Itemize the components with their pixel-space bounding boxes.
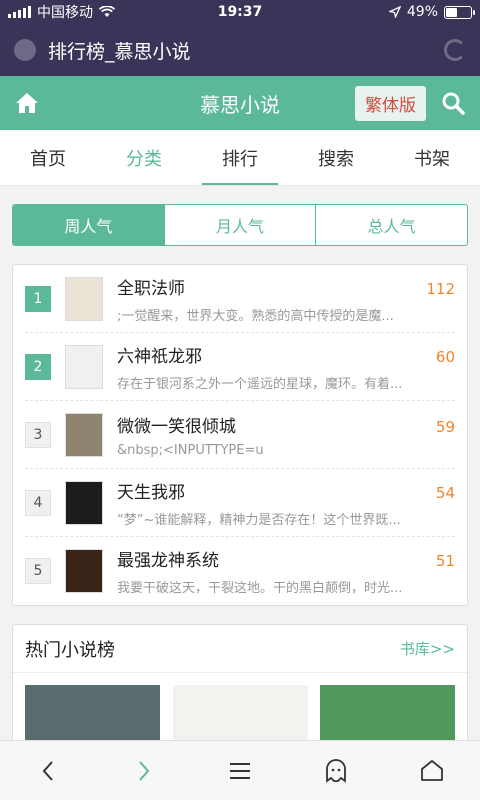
popularity-score: 59 [435, 417, 455, 436]
back-icon[interactable] [28, 751, 68, 791]
reload-icon[interactable] [444, 39, 466, 61]
signal-icon [8, 6, 31, 18]
home-icon[interactable] [12, 88, 42, 118]
site-header: 慕思小说 繁体版 [0, 76, 480, 130]
tab-ranking[interactable]: 排行 [192, 130, 288, 185]
search-icon[interactable] [438, 88, 468, 118]
rank-number: 5 [25, 558, 51, 584]
popularity-score: 51 [435, 552, 455, 570]
book-cover[interactable] [65, 344, 103, 389]
segment-total[interactable]: 总人气 [316, 205, 467, 245]
hot-novels-header: 热门小说榜 书库>> [13, 625, 467, 673]
battery-icon [444, 5, 475, 19]
tab-bookshelf[interactable]: 书架 [384, 130, 480, 185]
status-right: 49% [388, 4, 475, 20]
book-description: ;一觉醒来，世界大变。熟悉的高中传授的是魔... [117, 308, 394, 324]
rank-number: 2 [25, 353, 51, 380]
book-cover[interactable] [65, 480, 103, 525]
book-info: 六神祇龙邪 60 存在于银河系之外一个遥远的星球，魔环。有着... [117, 342, 455, 392]
section-title: 热门小说榜 [25, 639, 115, 661]
list-item[interactable]: 2 六神祇龙邪 60 存在于银河系之外一个遥远的星球，魔环。有着... [25, 333, 455, 401]
rank-number: 1 [25, 285, 51, 312]
popularity-score: 112 [426, 279, 455, 298]
popularity-segment: 周人气 月人气 总人气 [12, 204, 468, 246]
ranking-list: 1 全职法师 112 ;一觉醒来，世界大变。熟悉的高中传授的是魔... 2 六神祇… [12, 264, 468, 606]
rank-number: 4 [25, 489, 51, 516]
book-title[interactable]: 天生我邪 [117, 478, 436, 503]
location-arrow-icon [388, 6, 401, 18]
book-title[interactable]: 微微一笑很倾城 [117, 412, 436, 437]
ghost-icon[interactable] [316, 751, 356, 791]
rank-number: 3 [25, 421, 51, 448]
book-info: 天生我邪 54 “梦”~谁能解释，精神力是否存在！这个世界既... [117, 478, 455, 528]
page-title[interactable]: 排行榜_慕思小说 [48, 37, 444, 64]
book-info: 最强龙神系统 51 我要干破这天，干裂这地。干的黑白颠倒，时光... [117, 546, 455, 596]
wifi-icon [99, 6, 115, 17]
forward-icon[interactable] [124, 751, 164, 791]
tab-category[interactable]: 分类 [96, 130, 192, 185]
globe-icon [14, 39, 36, 61]
traditional-chinese-button[interactable]: 繁体版 [355, 85, 426, 121]
book-info: 全职法师 112 ;一觉醒来，世界大变。熟悉的高中传授的是魔... [117, 274, 455, 324]
segment-weekly[interactable]: 周人气 [13, 205, 165, 245]
library-link[interactable]: 书库>> [400, 638, 455, 659]
list-item[interactable]: 3 微微一笑很倾城 59 &nbsp;<INPUTTYPE=u [25, 401, 455, 469]
list-item[interactable]: 1 全职法师 112 ;一觉醒来，世界大变。熟悉的高中传授的是魔... [25, 265, 455, 333]
tab-search[interactable]: 搜索 [288, 130, 384, 185]
book-cover[interactable] [65, 412, 103, 457]
popularity-score: 54 [435, 483, 455, 502]
status-left: 中国移动 [8, 2, 115, 22]
book-title[interactable]: 最强龙神系统 [117, 546, 436, 571]
browser-address-bar: 排行榜_慕思小说 [0, 24, 480, 76]
tabs-home-icon[interactable] [412, 751, 452, 791]
battery-percent: 49% [406, 4, 438, 20]
list-item[interactable]: 5 最强龙神系统 51 我要干破这天，干裂这地。干的黑白颠倒，时光... [25, 537, 455, 605]
main-nav: 首页 分类 排行 搜索 书架 [0, 130, 480, 186]
hot-novels-section: 热门小说榜 书库>> [12, 624, 468, 754]
battery-level-fill [446, 7, 457, 17]
list-item[interactable]: 4 天生我邪 54 “梦”~谁能解释，精神力是否存在！这个世界既... [25, 469, 455, 537]
book-title[interactable]: 六神祇龙邪 [117, 342, 436, 367]
book-description: &nbsp;<INPUTTYPE=u [117, 442, 264, 458]
carrier-label: 中国移动 [37, 5, 93, 21]
menu-icon[interactable] [220, 751, 260, 791]
book-title[interactable]: 全职法师 [117, 274, 426, 299]
book-cover[interactable] [65, 549, 103, 593]
segment-monthly[interactable]: 月人气 [165, 205, 317, 245]
popularity-score: 60 [435, 347, 455, 366]
book-description: 我要干破这天，干裂这地。干的黑白颠倒，时光... [117, 581, 403, 596]
browser-toolbar [0, 740, 480, 800]
book-description: “梦”~谁能解释，精神力是否存在！这个世界既... [117, 512, 401, 528]
status-bar: 中国移动 19:37 49% [0, 0, 480, 24]
book-description: 存在于银河系之外一个遥远的星球，魔环。有着... [117, 376, 403, 392]
book-cover[interactable] [65, 276, 103, 321]
tab-home[interactable]: 首页 [0, 130, 96, 185]
book-info: 微微一笑很倾城 59 &nbsp;<INPUTTYPE=u [117, 412, 455, 458]
